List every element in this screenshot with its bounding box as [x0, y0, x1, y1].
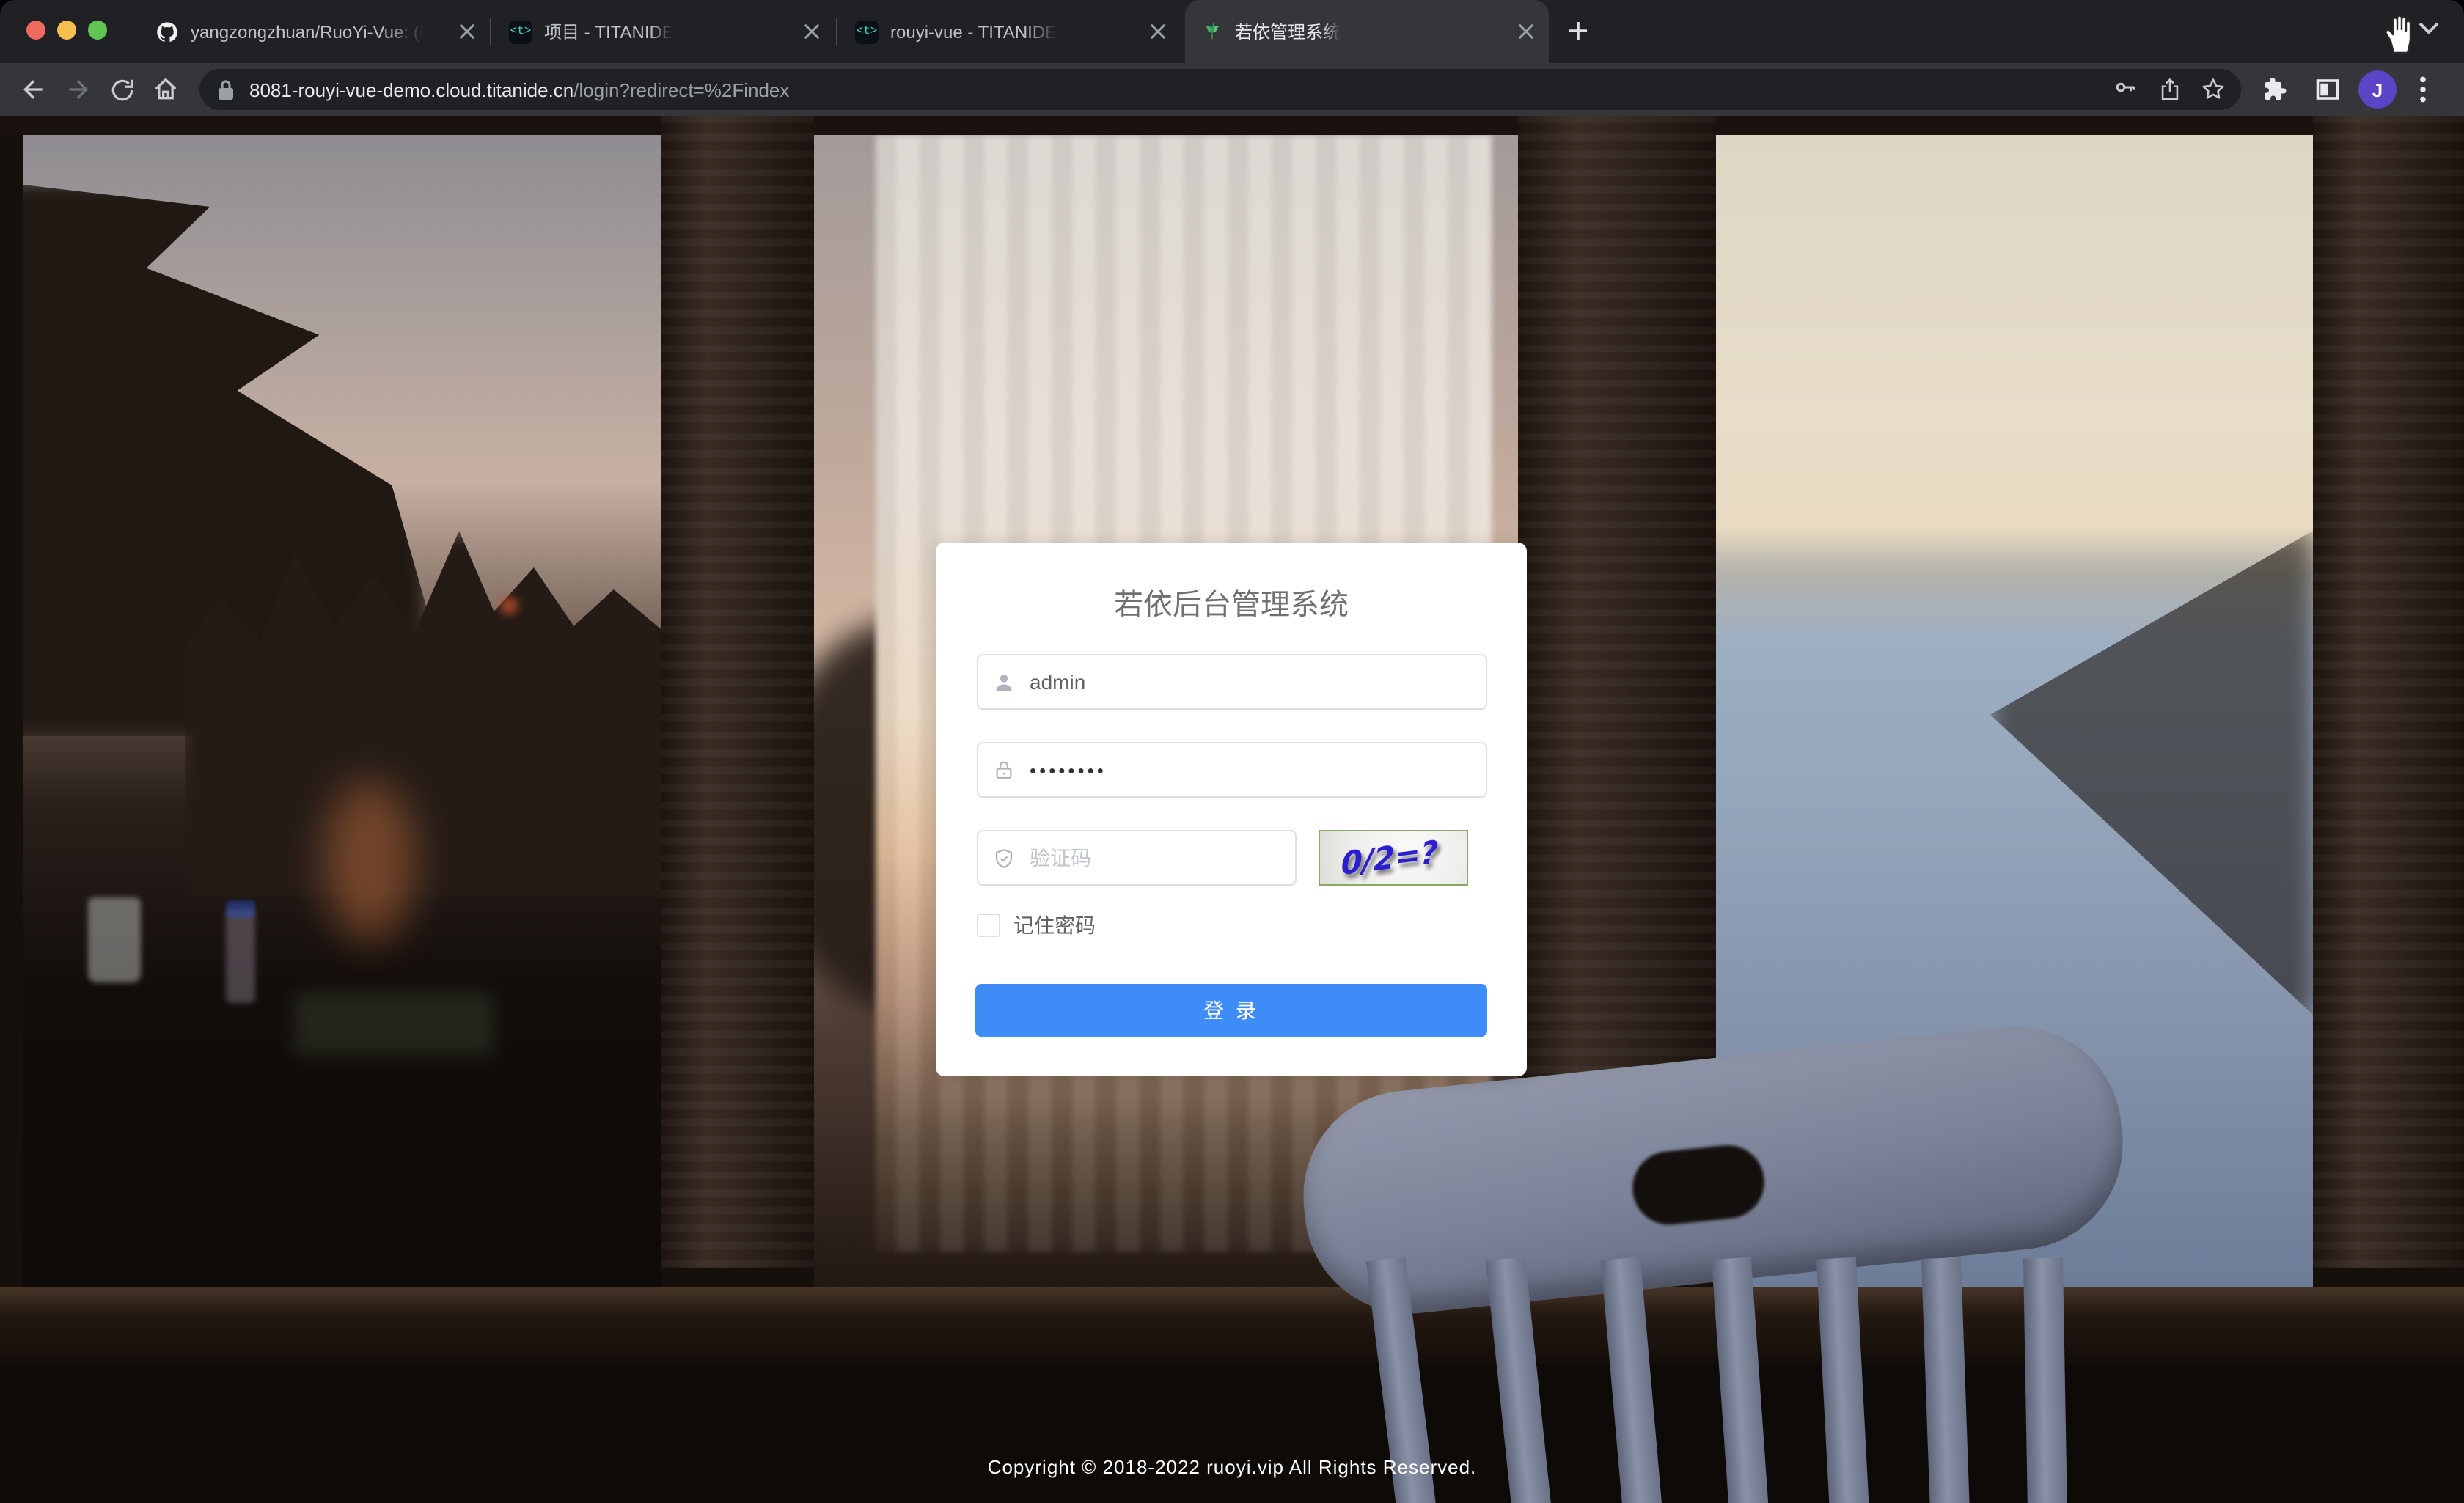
- window-pane-left: [23, 135, 661, 1287]
- captcha-field[interactable]: [977, 830, 1297, 886]
- table-paper: [295, 993, 493, 1054]
- browser-window: yangzongzhuan/RuoYi-Vue: (Ru <t> 项目 - TI…: [0, 0, 2464, 1503]
- chair-handle-hole: [1629, 1142, 1767, 1228]
- remember-label: 记住密码: [1013, 911, 1096, 940]
- tab-strip: yangzongzhuan/RuoYi-Vue: (Ru <t> 项目 - TI…: [0, 0, 2464, 63]
- username-field[interactable]: [977, 654, 1487, 710]
- lock-icon[interactable]: [217, 78, 235, 100]
- url-text: 8081-rouyi-vue-demo.cloud.titanide.cn/lo…: [249, 78, 2106, 100]
- minimize-window-button[interactable]: [57, 21, 76, 40]
- tab-titanide-project[interactable]: <t> 项目 - TITANIDE: [494, 0, 835, 63]
- tab-title: 项目 - TITANIDE: [544, 19, 674, 44]
- tab-title: rouyi-vue - TITANIDE: [890, 21, 1057, 42]
- remember-checkbox[interactable]: [977, 914, 1000, 937]
- bookmark-star-icon[interactable]: [2194, 70, 2232, 109]
- window-controls: [26, 21, 107, 40]
- tab-separator: [836, 18, 837, 45]
- tab-ruoyi-active[interactable]: 若依管理系统: [1185, 0, 1549, 63]
- github-icon: [155, 20, 179, 43]
- tab-github[interactable]: yangzongzhuan/RuoYi-Vue: (Ru: [141, 0, 490, 63]
- tab-close-icon[interactable]: [1150, 23, 1166, 40]
- login-card: 若依后台管理系统 0/2=? 记住密码: [936, 543, 1527, 1076]
- window-frame-top: [0, 116, 2464, 135]
- shield-check-icon: [993, 847, 1015, 869]
- tab-close-icon[interactable]: [1518, 23, 1534, 40]
- tab-search-chevron-icon[interactable]: [2417, 21, 2441, 38]
- wooden-chair: [1291, 1012, 2171, 1503]
- window-mullion-left: [661, 116, 814, 1268]
- url-host: 8081-rouyi-vue-demo.cloud.titanide.cn: [249, 78, 573, 100]
- forward-button[interactable]: [56, 67, 100, 111]
- password-key-icon[interactable]: [2106, 70, 2144, 109]
- mouse-cursor-hand: [2382, 12, 2420, 56]
- browser-toolbar: 8081-rouyi-vue-demo.cloud.titanide.cn/lo…: [0, 63, 2464, 116]
- side-panel-icon[interactable]: [2306, 67, 2350, 111]
- warm-glow: [324, 780, 415, 941]
- tab-title: yangzongzhuan/RuoYi-Vue: (Ru: [191, 21, 425, 42]
- tab-close-icon[interactable]: [804, 23, 820, 40]
- profile-avatar[interactable]: J: [2358, 70, 2397, 109]
- bottle: [226, 909, 255, 1003]
- user-icon: [993, 671, 1015, 693]
- username-input[interactable]: [1027, 669, 1486, 695]
- bottle-cap: [226, 900, 255, 918]
- home-button[interactable]: [144, 67, 188, 111]
- close-window-button[interactable]: [26, 21, 45, 40]
- reload-button[interactable]: [100, 67, 144, 111]
- extensions-puzzle-icon[interactable]: [2253, 67, 2297, 111]
- tab-titanide-rouyi-vue[interactable]: <t> rouyi-vue - TITANIDE: [840, 0, 1181, 63]
- ruoyi-leaf-icon: [1200, 20, 1223, 43]
- url-path: /login?redirect=%2Findex: [573, 78, 789, 100]
- address-bar[interactable]: 8081-rouyi-vue-demo.cloud.titanide.cn/lo…: [199, 69, 2241, 110]
- share-icon[interactable]: [2150, 70, 2188, 109]
- bokeh-light: [500, 597, 518, 614]
- password-field[interactable]: [977, 742, 1487, 798]
- captcha-image[interactable]: 0/2=?: [1319, 830, 1468, 886]
- copyright-text: Copyright © 2018-2022 ruoyi.vip All Righ…: [0, 1456, 2464, 1478]
- tab-title: 若依管理系统: [1235, 19, 1341, 44]
- captcha-text: 0/2=?: [1341, 834, 1438, 881]
- window-frame-right: [2313, 116, 2464, 1268]
- paper-cup: [88, 897, 141, 982]
- login-title: 若依后台管理系统: [936, 581, 1527, 623]
- browser-menu-icon[interactable]: [2405, 67, 2441, 111]
- titanide-icon: <t>: [509, 20, 532, 43]
- lock-icon: [993, 759, 1015, 781]
- tab-separator: [490, 18, 491, 45]
- remember-password-row: 记住密码: [977, 911, 1096, 940]
- shadow-wedge: [1990, 531, 2313, 1015]
- login-button[interactable]: 登 录: [975, 984, 1487, 1037]
- zoom-window-button[interactable]: [88, 21, 107, 40]
- back-button[interactable]: [12, 67, 56, 111]
- titanide-icon: <t>: [855, 20, 879, 43]
- captcha-input[interactable]: [1027, 845, 1295, 871]
- tab-close-icon[interactable]: [459, 23, 475, 40]
- new-tab-button[interactable]: [1563, 16, 1593, 45]
- password-input[interactable]: [1027, 757, 1486, 782]
